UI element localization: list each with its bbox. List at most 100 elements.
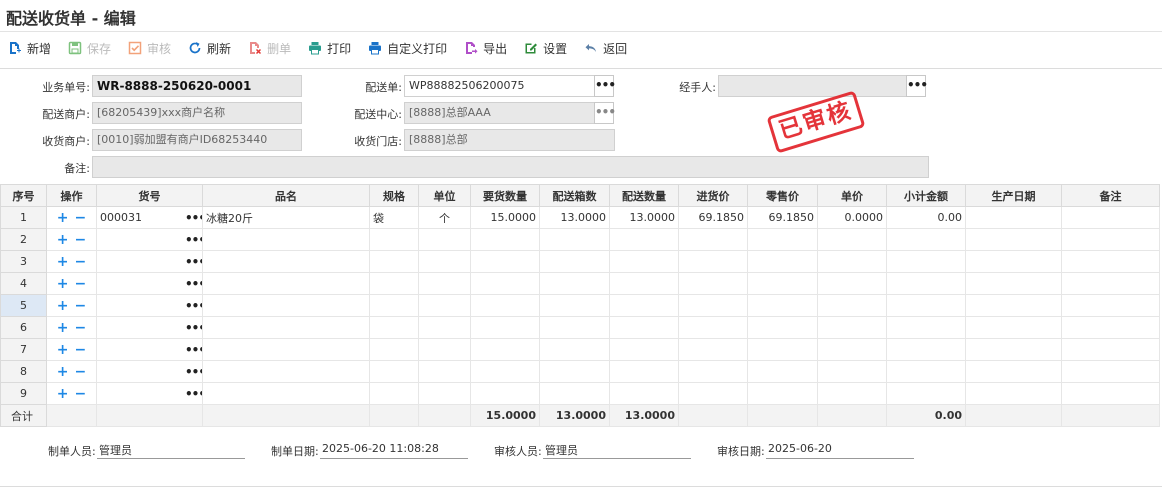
cell-remark[interactable] [1061,338,1160,361]
cell-subtotal[interactable] [886,316,966,339]
save-button[interactable]: 保存 [60,34,120,62]
code-lookup-button[interactable]: ••• [185,299,202,313]
cell-subtotal[interactable] [886,228,966,251]
cell-code[interactable]: ••• [96,250,203,273]
col-header-boxes[interactable]: 配送箱数 [539,184,610,207]
delivery-merchant-field[interactable]: [68205439]xxx商户名称 [92,102,302,124]
cell-unit[interactable] [418,338,471,361]
cell-boxes[interactable] [539,228,610,251]
cell-spec[interactable] [369,228,419,251]
cell-remark[interactable] [1061,360,1160,383]
cell-spec[interactable] [369,382,419,405]
cell-name[interactable] [202,294,370,317]
add-row-icon[interactable]: + [57,233,69,247]
code-lookup-button[interactable]: ••• [185,277,202,291]
cell-date[interactable] [965,250,1062,273]
cell-subtotal[interactable]: 0.00 [886,206,966,229]
cell-qty[interactable] [609,382,679,405]
cell-req-qty[interactable] [470,272,540,295]
cell-req-qty[interactable] [470,294,540,317]
cell-qty[interactable] [609,294,679,317]
cell-retail[interactable] [747,250,818,273]
remove-row-icon[interactable]: − [75,343,87,357]
cell-qty[interactable] [609,338,679,361]
cell-cost[interactable] [678,294,748,317]
cell-retail[interactable] [747,316,818,339]
print-button[interactable]: 打印 [300,34,360,62]
col-header-op[interactable]: 操作 [46,184,97,207]
table-row[interactable]: 1+−•••000031冰糖20斤袋个15.000013.000013.0000… [0,206,1160,229]
audit-button[interactable]: 审核 [120,34,180,62]
col-header-qty[interactable]: 配送数量 [609,184,679,207]
cell-code[interactable]: ••• [96,382,203,405]
cell-unit[interactable]: 个 [418,206,471,229]
delivery-no-field[interactable]: WP88882506200075 [404,75,595,97]
cell-subtotal[interactable] [886,250,966,273]
cell-qty[interactable] [609,360,679,383]
cell-date[interactable] [965,272,1062,295]
cell-remark[interactable] [1061,228,1160,251]
cell-qty[interactable] [609,272,679,295]
cell-subtotal[interactable] [886,338,966,361]
cell-retail[interactable] [747,294,818,317]
col-header-cost[interactable]: 进货价 [678,184,748,207]
cell-req-qty[interactable] [470,382,540,405]
cell-qty[interactable]: 13.0000 [609,206,679,229]
delivery-no-lookup-button[interactable]: ••• [594,75,616,97]
cell-unit[interactable] [418,382,471,405]
cell-boxes[interactable] [539,250,610,273]
cell-boxes[interactable] [539,294,610,317]
col-header-req-qty[interactable]: 要货数量 [470,184,540,207]
cell-name[interactable] [202,316,370,339]
cell-date[interactable] [965,382,1062,405]
remove-row-icon[interactable]: − [75,321,87,335]
cell-name[interactable] [202,272,370,295]
cell-spec[interactable] [369,272,419,295]
table-row[interactable]: 5+−••• [0,294,1160,317]
cell-name[interactable] [202,360,370,383]
add-row-icon[interactable]: + [57,343,69,357]
table-row[interactable]: 2+−••• [0,228,1160,251]
cell-req-qty[interactable] [470,316,540,339]
col-header-spec[interactable]: 规格 [369,184,419,207]
cell-unit[interactable] [418,250,471,273]
table-row[interactable]: 3+−••• [0,250,1160,273]
doc-no-field[interactable]: WR-8888-250620-0001 [92,75,302,97]
cell-subtotal[interactable] [886,382,966,405]
cell-name[interactable]: 冰糖20斤 [202,206,370,229]
code-lookup-button[interactable]: ••• [185,343,202,357]
cell-code[interactable]: ••• [96,294,203,317]
cell-retail[interactable] [747,272,818,295]
cell-boxes[interactable] [539,360,610,383]
cell-retail[interactable]: 69.1850 [747,206,818,229]
col-header-subtotal[interactable]: 小计金额 [886,184,966,207]
cell-price[interactable] [817,294,887,317]
cell-date[interactable] [965,228,1062,251]
cell-date[interactable] [965,338,1062,361]
col-header-remark[interactable]: 备注 [1061,184,1160,207]
cell-code[interactable]: ••• [96,360,203,383]
remove-row-icon[interactable]: − [75,233,87,247]
cell-retail[interactable] [747,338,818,361]
cell-req-qty[interactable] [470,360,540,383]
cell-date[interactable] [965,360,1062,383]
cell-boxes[interactable] [539,316,610,339]
table-row[interactable]: 9+−••• [0,382,1160,405]
code-lookup-button[interactable]: ••• [185,321,202,335]
cell-price[interactable] [817,382,887,405]
col-header-retail[interactable]: 零售价 [747,184,818,207]
col-header-seq[interactable]: 序号 [0,184,47,207]
cell-cost[interactable] [678,382,748,405]
delete-button[interactable]: 删单 [240,34,300,62]
cell-req-qty[interactable] [470,228,540,251]
cell-code[interactable]: ••• [96,316,203,339]
receiving-merchant-field[interactable]: [0010]弱加盟有商户ID68253440 [92,129,302,151]
cell-price[interactable] [817,272,887,295]
receiving-store-field[interactable]: [8888]总部 [404,129,615,151]
cell-spec[interactable] [369,294,419,317]
cell-remark[interactable] [1061,250,1160,273]
cell-unit[interactable] [418,228,471,251]
cell-unit[interactable] [418,316,471,339]
remove-row-icon[interactable]: − [75,387,87,401]
cell-name[interactable] [202,382,370,405]
